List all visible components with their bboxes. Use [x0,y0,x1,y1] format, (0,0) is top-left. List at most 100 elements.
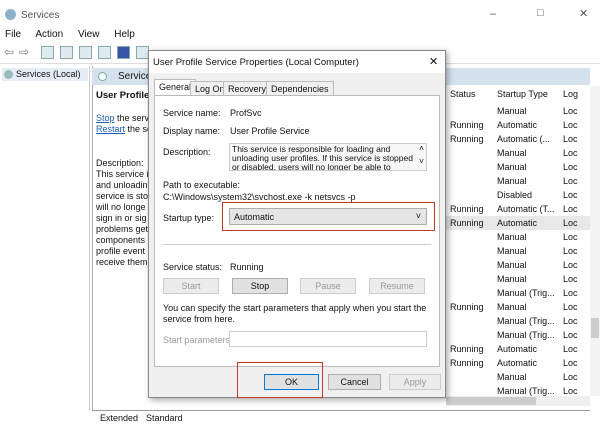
refresh-icon[interactable] [79,46,92,59]
close-button[interactable]: ✕ [579,7,588,20]
cell-startup: Manual [497,246,527,256]
tab-dependencies[interactable]: Dependencies [266,81,334,96]
service-row[interactable]: Running Automatic Loc [443,118,590,132]
description-line: sign in or sig [96,213,147,223]
menu-view[interactable]: View [78,29,100,40]
column-startup-type[interactable]: Startup Type [497,89,548,99]
menu-action[interactable]: Action [35,29,63,40]
cell-log: Loc [563,190,578,200]
scroll-thumb[interactable] [591,318,599,338]
help-icon[interactable] [117,46,130,59]
cell-startup: Manual [497,232,527,242]
divider [163,244,431,245]
maximize-button[interactable]: □ [537,7,544,19]
cell-startup: Manual (Trig... [497,386,555,396]
title-bar: Services – □ ✕ [0,0,600,30]
service-row[interactable]: Running Automatic Loc [443,356,590,370]
start-params-input[interactable] [229,331,427,347]
service-row[interactable]: Manual Loc [443,104,590,118]
scroll-down-icon[interactable]: ˅ [419,157,424,166]
cell-startup: Automatic (... [497,134,551,144]
tree-item-services-local[interactable]: Services (Local) [2,68,88,81]
display-name-value: User Profile Service [230,126,310,136]
cell-log: Loc [563,134,578,144]
service-row[interactable]: Manual (Trig... Loc [443,328,590,342]
service-row[interactable]: Manual Loc [443,370,590,384]
service-status-label: Service status: [163,262,223,272]
forward-icon[interactable]: ⇨ [19,45,29,59]
service-row[interactable]: Manual Loc [443,244,590,258]
minimize-button[interactable]: – [490,8,496,20]
scroll-up-icon[interactable]: ˄ [419,144,424,153]
tab-standard[interactable]: Standard [146,413,183,423]
tab-extended[interactable]: Extended [100,413,138,423]
console-tree-icon[interactable] [41,46,54,59]
service-title: User Profile [96,90,148,101]
column-status[interactable]: Status [450,89,476,99]
restart-link[interactable]: Restart [96,124,125,134]
service-row[interactable]: Disabled Loc [443,188,590,202]
cell-log: Loc [563,218,578,228]
service-row[interactable]: Manual (Trig... Loc [443,314,590,328]
service-row[interactable]: Manual Loc [443,230,590,244]
cell-log: Loc [563,204,578,214]
apply-button[interactable]: Apply [389,374,441,390]
startup-type-value: Automatic [234,212,275,222]
cell-status: Running [450,218,484,228]
cell-log: Loc [563,386,578,396]
properties-icon[interactable] [60,46,73,59]
start-button[interactable]: Start [163,278,219,294]
cell-status: Running [450,302,484,312]
cell-log: Loc [563,148,578,158]
description-line: and unloadin [96,180,148,190]
service-row[interactable]: Running Manual Loc [443,300,590,314]
pause-button[interactable]: Pause [300,278,356,294]
cell-status: Running [450,204,484,214]
cell-startup: Manual [497,302,527,312]
cell-startup: Manual [497,148,527,158]
chevron-down-icon: ˅ [415,211,421,221]
description-text: This service i and unloadin service is sto… [96,169,148,268]
service-row[interactable]: Running Automatic Loc [443,216,590,230]
tab-recovery[interactable]: Recovery [223,81,272,96]
service-row[interactable]: Manual Loc [443,258,590,272]
h-scroll-thumb[interactable] [446,397,536,405]
column-log-on-as[interactable]: Log [563,89,578,99]
service-row[interactable]: Manual Loc [443,272,590,286]
service-row[interactable]: Running Automatic Loc [443,342,590,356]
startup-type-select[interactable]: Automatic ˅ [229,208,427,225]
cell-log: Loc [563,330,578,340]
cell-log: Loc [563,260,578,270]
cell-startup: Manual (Trig... [497,316,555,326]
menu-help[interactable]: Help [114,29,135,40]
dialog-close-button[interactable]: ✕ [429,55,438,68]
cell-log: Loc [563,358,578,368]
description-line: problems get [96,224,148,234]
back-icon[interactable]: ⇦ [4,45,14,59]
startup-type-label: Startup type: [163,213,215,223]
stop-link[interactable]: Stop [96,113,115,123]
cell-log: Loc [563,274,578,284]
stop-button[interactable]: Stop [232,278,288,294]
resume-button[interactable]: Resume [369,278,425,294]
description-label: Description: [163,147,211,157]
cancel-button[interactable]: Cancel [328,374,381,390]
ok-button[interactable]: OK [264,374,319,390]
service-row[interactable]: Running Automatic (... Loc [443,132,590,146]
cell-startup: Manual [497,372,527,382]
cell-startup: Disabled [497,190,533,200]
description-box[interactable]: This service is responsible for loading … [229,143,427,171]
cell-log: Loc [563,232,578,242]
export-icon[interactable] [98,46,111,59]
service-row[interactable]: Manual Loc [443,146,590,160]
vertical-scrollbar[interactable] [590,86,600,396]
menu-file[interactable]: File [5,29,21,40]
service-row[interactable]: Manual (Trig... Loc [443,286,590,300]
cell-log: Loc [563,372,578,382]
cell-startup: Manual [497,106,527,116]
cell-log: Loc [563,316,578,326]
service-row[interactable]: Manual Loc [443,160,590,174]
service-row[interactable]: Running Automatic (T... Loc [443,202,590,216]
service-row[interactable]: Manual Loc [443,174,590,188]
horizontal-scrollbar[interactable] [446,396,590,406]
